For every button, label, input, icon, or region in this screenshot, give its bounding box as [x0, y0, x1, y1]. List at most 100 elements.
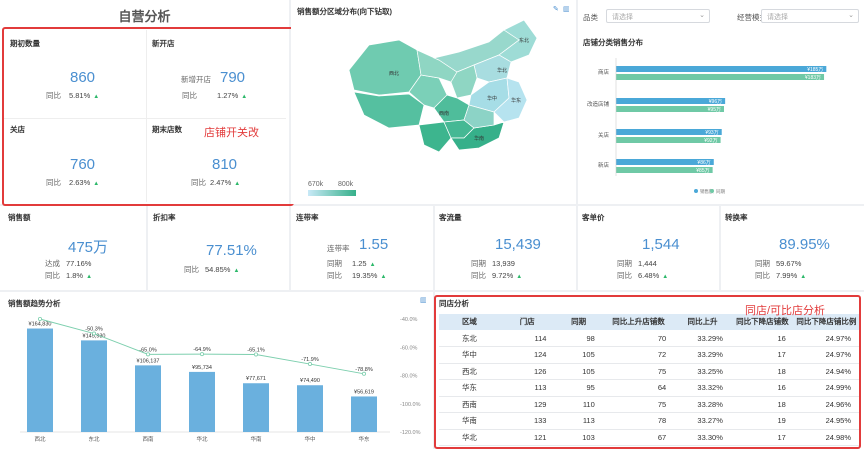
data-label: ¥86万 [697, 160, 710, 166]
kpi-label: 同期 [471, 259, 486, 268]
filter-category-label: 品类 [583, 13, 598, 22]
kpi-discount-title: 折扣率 [153, 213, 176, 222]
chart-type-icon[interactable]: ▥ [420, 296, 427, 304]
x-tick-label: 华北 [196, 435, 208, 443]
chart-type-icon[interactable]: ▥ [563, 5, 570, 13]
category-label: 关店 [598, 131, 610, 139]
bar-sales [616, 66, 827, 72]
bar-data-label: ¥106,137 [137, 358, 160, 364]
kpi-attach-row1: 同期 1.25 ▲ [327, 258, 376, 269]
bar-data-label: ¥77,671 [246, 376, 266, 382]
annotation-box-same-store [434, 295, 861, 449]
bar-data-label: ¥95,734 [192, 365, 212, 371]
kpi-value: 6.48% [638, 271, 660, 280]
data-label: ¥85万 [696, 168, 709, 174]
x-tick-label: 华南 [250, 435, 262, 443]
drill-icon[interactable]: ✎ [553, 5, 559, 13]
map-panel: 销售额分区域分布(向下钻取) ✎ ▥ 华北 东北 西北 华东 华中 西南 华南 … [291, 0, 576, 204]
kpi-unitprice-row2: 同比 6.48% ▲ [617, 270, 668, 281]
kpi-label: 同比 [327, 271, 342, 280]
line-data-label: -50.3% [85, 327, 103, 333]
up-arrow-icon: ▲ [86, 274, 93, 280]
region-tibet[interactable] [353, 91, 425, 129]
filter-mode-select[interactable]: 请选择 ⌄ [761, 9, 859, 23]
x-tick-label: 华东 [358, 435, 370, 443]
kpi-value: 13,939 [492, 259, 515, 268]
data-label: ¥93万 [705, 130, 718, 136]
kpi-traffic-value: 15,439 [495, 236, 541, 253]
kpi-label: 同比 [471, 271, 486, 280]
map-label-central: 华中 [487, 95, 497, 102]
kpi-label: 同期 [327, 259, 342, 268]
kpi-conversion-value: 89.95% [779, 236, 830, 253]
kpi-value: 1.25 [352, 259, 367, 268]
data-label: ¥96万 [709, 99, 722, 105]
chevron-down-icon: ⌄ [848, 12, 854, 19]
annotation-box-store [2, 27, 294, 206]
kpi-value: 7.99% [776, 271, 798, 280]
x-tick-label: 华中 [304, 435, 315, 443]
kpi-unitprice-panel: 客单价 1,544 同期 1,444 同比 6.48% ▲ [578, 206, 719, 290]
kpi-value: 59.67% [776, 259, 802, 268]
kpi-discount-panel: 折扣率 77.51% 同比 54.85% ▲ [148, 206, 289, 290]
y2-tick-label: -80.0% [400, 374, 418, 380]
annotation-same-store: 同店/可比店分析 [745, 305, 826, 317]
kpi-sales-row2: 同比 1.8% ▲ [45, 270, 92, 281]
kpi-label: 同比 [617, 271, 632, 280]
china-map[interactable]: 华北 东北 西北 华东 华中 西南 华南 [339, 20, 539, 160]
map-legend-bar [308, 190, 356, 196]
line-data-label: -78.8% [355, 367, 373, 373]
x-tick-label: 西北 [34, 435, 46, 443]
trend-bar [351, 396, 377, 432]
kpi-value: 19.35% [352, 271, 378, 280]
kpi-attach-row2: 同比 19.35% ▲ [327, 270, 386, 281]
store-type-chart: 商店 ¥185万 ¥183万改造店铺 ¥96万 ¥95万关店 ¥93万 ¥92万新店 ¥86万… [587, 58, 827, 195]
kpi-sales-panel: 销售额 475万 达成 77.16% 同比 1.8% ▲ [0, 206, 146, 290]
bar-data-label: ¥164,830 [29, 322, 52, 328]
map-label-north: 华北 [497, 67, 507, 74]
trend-bar [81, 340, 107, 432]
up-arrow-icon: ▲ [662, 274, 669, 280]
legend-label: 同期 [716, 189, 725, 195]
line-data-label: -65.0% [139, 347, 157, 353]
annotation-store-open-close: 店铺开关改 [204, 127, 259, 139]
trend-bar [27, 328, 53, 432]
kpi-unitprice-title: 客单价 [582, 213, 605, 222]
kpi-label: 同期 [755, 259, 770, 268]
data-label: ¥95万 [708, 107, 721, 113]
kpi-label: 同比 [45, 271, 60, 280]
kpi-traffic-row2: 同比 9.72% ▲ [471, 270, 522, 281]
trend-bar [189, 371, 215, 432]
kpi-label: 达成 [45, 259, 60, 268]
bar-data-label: ¥74,490 [300, 378, 320, 384]
kpi-sales-value: 475万 [68, 239, 109, 256]
chevron-down-icon: ⌄ [699, 12, 705, 19]
map-label-northeast: 东北 [519, 37, 529, 44]
bar-data-label: ¥56,619 [354, 389, 374, 395]
kpi-conversion-title: 转换率 [725, 213, 748, 222]
kpi-traffic-panel: 客流量 15,439 同期 13,939 同比 9.72% ▲ [435, 206, 576, 290]
category-label: 商店 [598, 68, 610, 76]
up-arrow-icon: ▲ [800, 274, 807, 280]
kpi-discount-value: 77.51% [206, 242, 257, 259]
map-label-east: 华东 [511, 97, 521, 104]
data-label: ¥185万 [807, 67, 823, 73]
y2-tick-label: -120.0% [400, 430, 421, 436]
kpi-value: 9.72% [492, 271, 514, 280]
kpi-value: 1.8% [66, 271, 84, 280]
up-arrow-icon: ▲ [380, 274, 387, 280]
line-data-label: -65.1% [247, 347, 265, 353]
kpi-attach-sub: 连带率 [327, 244, 350, 253]
kpi-traffic-title: 客流量 [439, 213, 462, 222]
kpi-discount-row1: 同比 54.85% ▲ [184, 264, 239, 275]
map-label-southwest: 西南 [439, 110, 449, 117]
trend-panel: 销售额趋势分析 ▥ -40.0% -60.0% -80.0% -100.0% -120.… [0, 292, 433, 449]
filter-category-select[interactable]: 请选择 ⌄ [606, 9, 710, 23]
trend-bar [135, 365, 161, 432]
map-label-northwest: 西北 [389, 70, 399, 77]
region-xinjiang[interactable] [348, 39, 422, 96]
x-tick-label: 西南 [142, 435, 154, 443]
y2-tick-label: -100.0% [400, 402, 421, 408]
map-label-south: 华南 [474, 135, 484, 142]
filter-mode-placeholder: 请选择 [767, 14, 788, 21]
